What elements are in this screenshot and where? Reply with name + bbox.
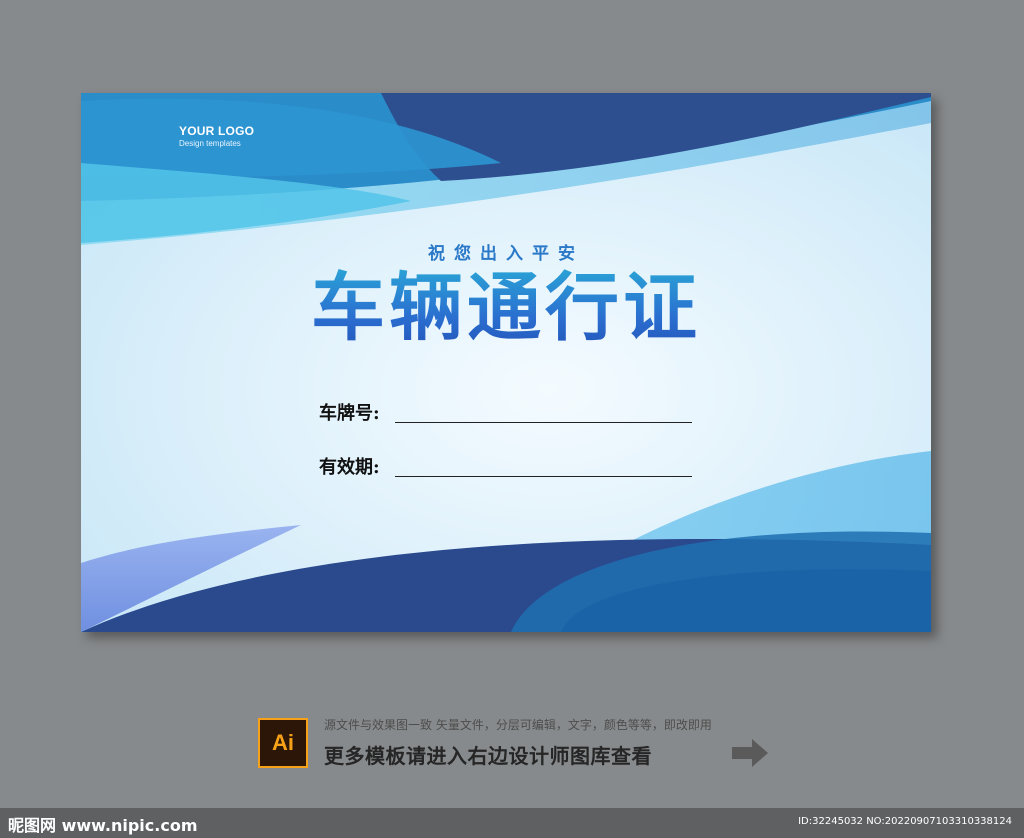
logo-subtitle: Design templates	[179, 139, 241, 148]
plate-number-field: 车牌号:	[319, 399, 694, 429]
plate-number-underline	[395, 422, 692, 423]
image-id-watermark: ID:32245032 NO:20220907103310338124	[798, 816, 1012, 827]
validity-underline	[395, 476, 692, 477]
validity-label: 有效期:	[319, 457, 380, 478]
card-wave-background	[81, 93, 931, 632]
illustrator-ai-icon: Ai	[258, 718, 308, 768]
file-description: 源文件与效果图一致 矢量文件，分层可编辑，文字，颜色等等，即改即用	[324, 718, 712, 732]
arrow-right-icon[interactable]	[730, 736, 770, 770]
logo-title: YOUR LOGO	[179, 124, 255, 138]
pass-title: 车辆通行证	[81, 263, 931, 353]
promo-text[interactable]: 更多模板请进入右边设计师图库查看	[324, 740, 652, 769]
greeting-text: 祝您出入平安	[428, 244, 584, 264]
validity-field: 有效期:	[319, 453, 694, 483]
site-watermark: 昵图网 www.nipic.com	[8, 816, 198, 835]
plate-number-label: 车牌号:	[319, 403, 380, 424]
vehicle-pass-card: YOUR LOGO Design templates 祝您出入平安 车辆通行证 …	[81, 93, 931, 632]
